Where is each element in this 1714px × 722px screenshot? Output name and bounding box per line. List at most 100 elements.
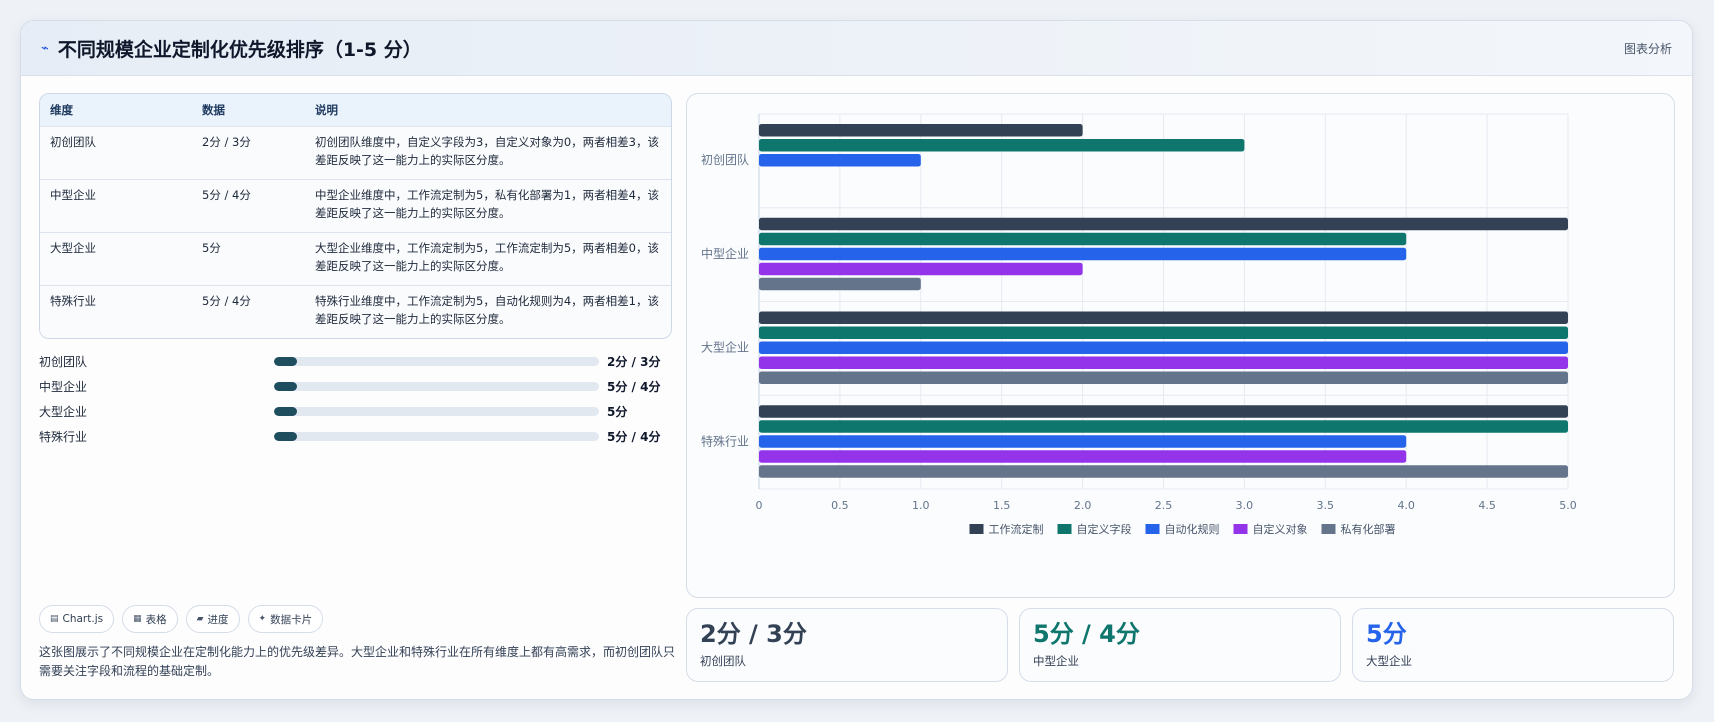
sparkle-icon: ✦ — [258, 614, 267, 624]
stat-value: 5分 / 4分 — [1033, 620, 1140, 648]
progress-row: 特殊行业 5分 / 4分 — [39, 424, 672, 449]
x-tick-label: 3.0 — [1236, 499, 1254, 512]
page-title: 不同规模企业定制化优先级排序（1-5 分） — [57, 38, 422, 61]
progress-label: 特殊行业 — [39, 430, 88, 444]
progress-value: 5分 — [607, 405, 628, 419]
x-tick-label: 4.0 — [1397, 499, 1415, 512]
x-tick-label: 1.0 — [912, 499, 930, 512]
bar — [759, 435, 1407, 448]
stat-label: 中型企业 — [1033, 654, 1079, 668]
view-chips: ▤ Chart.js ▦ 表格 ▰ 进度 ✦ 数据卡片 — [39, 605, 324, 633]
x-tick-label: 0.5 — [831, 499, 849, 512]
progress-track — [274, 357, 599, 366]
cell-dimension: 初创团队 — [50, 134, 96, 149]
table-header-row: 维度 数据 说明 — [40, 94, 671, 126]
legend-label: 私有化部署 — [1341, 522, 1396, 536]
y-tick-label: 大型企业 — [701, 340, 749, 355]
chip-label: 进度 — [207, 613, 229, 626]
x-tick-label: 4.5 — [1478, 499, 1496, 512]
cell-data: 2分 / 3分 — [202, 134, 251, 149]
cell-dimension: 中型企业 — [50, 187, 96, 202]
stat-label: 初创团队 — [700, 654, 746, 668]
legend-swatch — [1233, 524, 1248, 534]
chip-label: Chart.js — [62, 613, 104, 625]
bar — [759, 139, 1245, 152]
x-tick-label: 2.5 — [1155, 499, 1173, 512]
progress-list: 初创团队 2分 / 3分 中型企业 5分 / 4分 大型企业 5分 特殊行业 5… — [39, 349, 672, 449]
progress-fill — [274, 382, 297, 391]
bar-chart-panel: 0 0.5 1.0 1.5 2.0 2.5 3.0 3.5 4.0 4.5 5.0 初创团队 中型企业大… — [686, 93, 1675, 598]
bar — [759, 450, 1407, 463]
table-row: 大型企业 5分 大型企业维度中，工作流定制为5，工作流定制为5，两者相差0，该差… — [40, 232, 671, 285]
progress-track — [274, 432, 599, 441]
bar — [759, 217, 1568, 231]
y-tick-label: 初创团队 — [701, 152, 749, 167]
bar — [759, 326, 1568, 339]
progress-label: 中型企业 — [39, 380, 88, 394]
legend-swatch — [1057, 524, 1072, 534]
cell-note: 特殊行业维度中，工作流定制为5，自动化规则为4，两者相差1，该差距反映了这一能力… — [315, 293, 659, 326]
table-row: 初创团队 2分 / 3分 初创团队维度中，自定义字段为3，自定义对象为0，两者相… — [40, 126, 671, 179]
chip-label: 数据卡片 — [270, 613, 313, 626]
progress-row: 初创团队 2分 / 3分 — [39, 349, 672, 374]
chip-data-cards[interactable]: ✦ 数据卡片 — [247, 605, 324, 633]
stat-card: 5分 / 4分 中型企业 — [1019, 608, 1341, 682]
bar-chart: 0 0.5 1.0 1.5 2.0 2.5 3.0 3.5 4.0 4.5 5.0 初创团队中型企业大… — [701, 113, 1577, 536]
chart-analysis-link[interactable]: 图表分析 — [1624, 40, 1672, 57]
cell-note: 中型企业维度中，工作流定制为5，私有化部署为1，两者相差4，该差距反映了这一能力… — [315, 187, 659, 220]
legend-swatch — [969, 524, 984, 534]
chart-icon: ▤ — [50, 614, 59, 624]
progress-value: 5分 / 4分 — [607, 380, 661, 394]
bar — [759, 311, 1568, 324]
legend-label: 自定义对象 — [1253, 522, 1308, 536]
stat-label: 大型企业 — [1366, 654, 1412, 668]
bar — [759, 124, 1083, 137]
progress-fill — [274, 432, 297, 441]
x-tick-label: 2.0 — [1074, 499, 1092, 512]
cell-dimension: 特殊行业 — [50, 293, 96, 308]
progress-fill — [274, 407, 297, 416]
cell-data: 5分 / 4分 — [202, 293, 251, 308]
progress-value: 5分 / 4分 — [607, 430, 661, 444]
progress-value: 2分 / 3分 — [607, 355, 661, 369]
x-tick-label: 1.5 — [993, 499, 1011, 512]
chip-chartjs[interactable]: ▤ Chart.js — [39, 605, 115, 633]
bar — [759, 465, 1568, 478]
progress-track — [274, 382, 599, 391]
bar — [759, 341, 1568, 354]
cell-note: 大型企业维度中，工作流定制为5，工作流定制为5，两者相差0，该差距反映了这一能力… — [315, 240, 659, 273]
bar — [759, 405, 1568, 418]
cell-data: 5分 / 4分 — [202, 187, 251, 202]
chart-card: ⌁ 不同规模企业定制化优先级排序（1-5 分） 图表分析 维度 数据 说明 初创… — [20, 20, 1693, 700]
column-header: 说明 — [315, 102, 338, 117]
bar — [759, 356, 1568, 369]
stat-card: 5分 大型企业 — [1352, 608, 1674, 682]
table-row: 中型企业 5分 / 4分 中型企业维度中，工作流定制为5，私有化部署为1，两者相… — [40, 179, 671, 232]
stat-value: 5分 — [1366, 620, 1407, 648]
stat-card: 2分 / 3分 初创团队 — [686, 608, 1008, 682]
chip-label: 表格 — [145, 613, 167, 626]
chip-progress[interactable]: ▰ 进度 — [185, 605, 240, 633]
legend-swatch — [1145, 524, 1160, 534]
cell-data: 5分 — [202, 240, 221, 255]
legend-label: 工作流定制 — [989, 522, 1044, 536]
chip-table[interactable]: ▦ 表格 — [122, 605, 178, 633]
progress-row: 中型企业 5分 / 4分 — [39, 374, 672, 399]
stat-value: 2分 / 3分 — [700, 620, 807, 648]
bar — [759, 154, 921, 167]
progress-track — [274, 407, 599, 416]
chart-description: 这张图展示了不同规模企业在定制化能力上的优先级差异。大型企业和特殊行业在所有维度… — [39, 645, 676, 678]
bar — [759, 247, 1407, 261]
x-tick-label: 5.0 — [1559, 499, 1577, 512]
cell-dimension: 大型企业 — [50, 240, 96, 255]
progress-label: 大型企业 — [39, 405, 88, 419]
legend-label: 自动化规则 — [1165, 522, 1220, 536]
card-header: ⌁ 不同规模企业定制化优先级排序（1-5 分） 图表分析 — [21, 21, 1692, 76]
column-header: 维度 — [50, 102, 73, 117]
column-header: 数据 — [202, 102, 225, 117]
cell-note: 初创团队维度中，自定义字段为3，自定义对象为0，两者相差3，该差距反映了这一能力… — [315, 134, 659, 167]
bar — [759, 277, 921, 291]
progress-icon: ▰ — [196, 614, 204, 624]
progress-fill — [274, 357, 297, 366]
progress-label: 初创团队 — [39, 355, 88, 369]
